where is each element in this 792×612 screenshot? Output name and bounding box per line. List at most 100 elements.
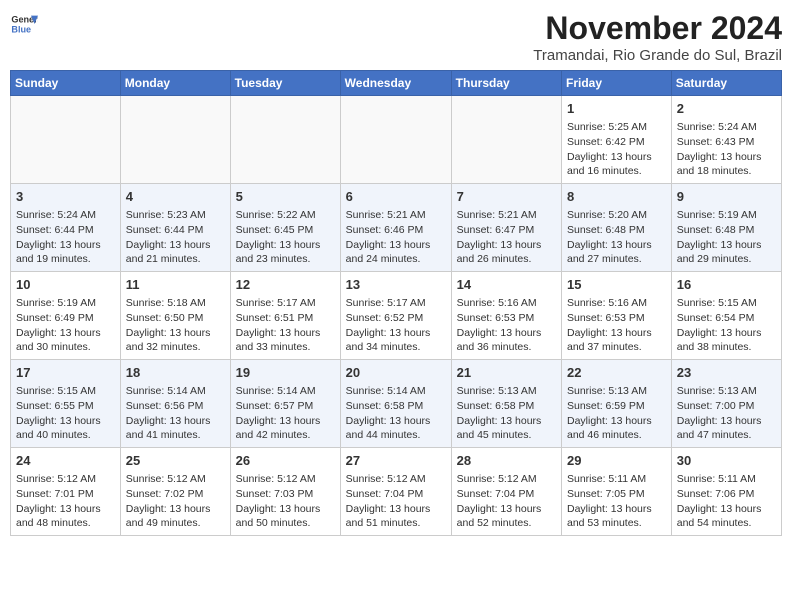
day-number: 16 — [677, 276, 776, 294]
calendar-cell: 3 Sunrise: 5:24 AM Sunset: 6:44 PM Daylig… — [11, 184, 121, 272]
day-info: Sunrise: 5:14 AM Sunset: 6:56 PM Dayligh… — [126, 384, 225, 443]
day-info: Sunrise: 5:16 AM Sunset: 6:53 PM Dayligh… — [567, 296, 666, 355]
calendar-cell: 5Sunrise: 5:22 AM Sunset: 6:45 PM Daylig… — [230, 184, 340, 272]
calendar-cell: 7 Sunrise: 5:21 AM Sunset: 6:47 PM Daylig… — [451, 184, 561, 272]
day-info: Sunrise: 5:24 AM Sunset: 6:43 PM Dayligh… — [677, 120, 776, 179]
calendar-cell: 16 Sunrise: 5:15 AM Sunset: 6:54 PM Dayli… — [671, 272, 781, 360]
day-number: 22 — [567, 364, 666, 382]
calendar-cell: 9 Sunrise: 5:19 AM Sunset: 6:48 PM Daylig… — [671, 184, 781, 272]
day-info: Sunrise: 5:19 AM Sunset: 6:48 PM Dayligh… — [677, 208, 776, 267]
day-info: Sunrise: 5:11 AM Sunset: 7:05 PM Dayligh… — [567, 472, 666, 531]
day-number: 3 — [16, 188, 115, 206]
calendar-cell: 18 Sunrise: 5:14 AM Sunset: 6:56 PM Dayli… — [120, 360, 230, 448]
day-info: Sunrise: 5:16 AM Sunset: 6:53 PM Dayligh… — [457, 296, 556, 355]
calendar-table: SundayMondayTuesdayWednesdayThursdayFrid… — [10, 70, 782, 536]
day-info: Sunrise: 5:21 AM Sunset: 6:47 PM Dayligh… — [457, 208, 556, 267]
day-header-wednesday: Wednesday — [340, 71, 451, 96]
day-number: 20 — [346, 364, 446, 382]
day-number: 11 — [126, 276, 225, 294]
calendar-week-row: 24 Sunrise: 5:12 AM Sunset: 7:01 PM Dayli… — [11, 448, 782, 536]
day-info: Sunrise: 5:14 AM Sunset: 6:58 PM Dayligh… — [346, 384, 446, 443]
calendar-cell: 22 Sunrise: 5:13 AM Sunset: 6:59 PM Dayli… — [562, 360, 672, 448]
calendar-cell — [340, 96, 451, 184]
calendar-cell: 11 Sunrise: 5:18 AM Sunset: 6:50 PM Dayli… — [120, 272, 230, 360]
calendar-cell: 10 Sunrise: 5:19 AM Sunset: 6:49 PM Dayli… — [11, 272, 121, 360]
calendar-cell: 8 Sunrise: 5:20 AM Sunset: 6:48 PM Daylig… — [562, 184, 672, 272]
calendar-header-row: SundayMondayTuesdayWednesdayThursdayFrid… — [11, 71, 782, 96]
day-info: Sunrise: 5:15 AM Sunset: 6:55 PM Dayligh… — [16, 384, 115, 443]
calendar-week-row: 10 Sunrise: 5:19 AM Sunset: 6:49 PM Dayli… — [11, 272, 782, 360]
calendar-cell: 12 Sunrise: 5:17 AM Sunset: 6:51 PM Dayli… — [230, 272, 340, 360]
day-info: Sunrise: 5:14 AM Sunset: 6:57 PM Dayligh… — [236, 384, 335, 443]
day-info: Sunrise: 5:19 AM Sunset: 6:49 PM Dayligh… — [16, 296, 115, 355]
day-number: 8 — [567, 188, 666, 206]
calendar-week-row: 17 Sunrise: 5:15 AM Sunset: 6:55 PM Dayli… — [11, 360, 782, 448]
calendar-cell: 29 Sunrise: 5:11 AM Sunset: 7:05 PM Dayli… — [562, 448, 672, 536]
calendar-cell — [11, 96, 121, 184]
day-number: 15 — [567, 276, 666, 294]
day-number: 18 — [126, 364, 225, 382]
day-number: 6 — [346, 188, 446, 206]
calendar-cell — [120, 96, 230, 184]
day-number: 9 — [677, 188, 776, 206]
day-info: Sunrise: 5:12 AM Sunset: 7:02 PM Dayligh… — [126, 472, 225, 531]
day-header-thursday: Thursday — [451, 71, 561, 96]
day-info: Sunrise: 5:24 AM Sunset: 6:44 PM Dayligh… — [16, 208, 115, 267]
calendar-cell: 19 Sunrise: 5:14 AM Sunset: 6:57 PM Dayli… — [230, 360, 340, 448]
title-area: November 2024 Tramandai, Rio Grande do S… — [533, 10, 782, 64]
day-number: 27 — [346, 452, 446, 470]
page-subtitle: Tramandai, Rio Grande do Sul, Brazil — [533, 47, 782, 64]
calendar-cell: 26Sunrise: 5:12 AM Sunset: 7:03 PM Dayli… — [230, 448, 340, 536]
calendar-cell: 17 Sunrise: 5:15 AM Sunset: 6:55 PM Dayli… — [11, 360, 121, 448]
day-info: Sunrise: 5:15 AM Sunset: 6:54 PM Dayligh… — [677, 296, 776, 355]
day-number: 7 — [457, 188, 556, 206]
day-number: 30 — [677, 452, 776, 470]
day-number: 19 — [236, 364, 335, 382]
day-info: Sunrise: 5:12 AM Sunset: 7:01 PM Dayligh… — [16, 472, 115, 531]
calendar-week-row: 3 Sunrise: 5:24 AM Sunset: 6:44 PM Daylig… — [11, 184, 782, 272]
day-info: Sunrise: 5:13 AM Sunset: 7:00 PM Dayligh… — [677, 384, 776, 443]
day-info: Sunrise: 5:21 AM Sunset: 6:46 PM Dayligh… — [346, 208, 446, 267]
day-number: 1 — [567, 100, 666, 118]
day-info: Sunrise: 5:20 AM Sunset: 6:48 PM Dayligh… — [567, 208, 666, 267]
day-info: Sunrise: 5:13 AM Sunset: 6:59 PM Dayligh… — [567, 384, 666, 443]
day-number: 4 — [126, 188, 225, 206]
day-number: 13 — [346, 276, 446, 294]
calendar-cell: 20 Sunrise: 5:14 AM Sunset: 6:58 PM Dayli… — [340, 360, 451, 448]
day-info: Sunrise: 5:17 AM Sunset: 6:52 PM Dayligh… — [346, 296, 446, 355]
day-number: 29 — [567, 452, 666, 470]
day-number: 10 — [16, 276, 115, 294]
calendar-cell: 30 Sunrise: 5:11 AM Sunset: 7:06 PM Dayli… — [671, 448, 781, 536]
day-info: Sunrise: 5:11 AM Sunset: 7:06 PM Dayligh… — [677, 472, 776, 531]
day-number: 17 — [16, 364, 115, 382]
day-number: 5 — [236, 188, 335, 206]
calendar-cell: 25Sunrise: 5:12 AM Sunset: 7:02 PM Dayli… — [120, 448, 230, 536]
day-header-saturday: Saturday — [671, 71, 781, 96]
calendar-cell: 23 Sunrise: 5:13 AM Sunset: 7:00 PM Dayli… — [671, 360, 781, 448]
page-title: November 2024 — [533, 10, 782, 47]
calendar-cell: 24 Sunrise: 5:12 AM Sunset: 7:01 PM Dayli… — [11, 448, 121, 536]
day-info: Sunrise: 5:23 AM Sunset: 6:44 PM Dayligh… — [126, 208, 225, 267]
svg-text:Blue: Blue — [11, 24, 31, 34]
day-number: 23 — [677, 364, 776, 382]
calendar-cell: 21Sunrise: 5:13 AM Sunset: 6:58 PM Dayli… — [451, 360, 561, 448]
header: General Blue November 2024 Tramandai, Ri… — [10, 10, 782, 64]
logo: General Blue — [10, 10, 38, 38]
day-number: 12 — [236, 276, 335, 294]
day-number: 28 — [457, 452, 556, 470]
calendar-cell: 14 Sunrise: 5:16 AM Sunset: 6:53 PM Dayli… — [451, 272, 561, 360]
day-number: 14 — [457, 276, 556, 294]
day-number: 26 — [236, 452, 335, 470]
calendar-week-row: 1 Sunrise: 5:25 AM Sunset: 6:42 PM Daylig… — [11, 96, 782, 184]
calendar-cell: 4 Sunrise: 5:23 AM Sunset: 6:44 PM Daylig… — [120, 184, 230, 272]
day-info: Sunrise: 5:18 AM Sunset: 6:50 PM Dayligh… — [126, 296, 225, 355]
day-info: Sunrise: 5:25 AM Sunset: 6:42 PM Dayligh… — [567, 120, 666, 179]
day-info: Sunrise: 5:12 AM Sunset: 7:04 PM Dayligh… — [457, 472, 556, 531]
calendar-cell: 13 Sunrise: 5:17 AM Sunset: 6:52 PM Dayli… — [340, 272, 451, 360]
day-info: Sunrise: 5:12 AM Sunset: 7:04 PM Dayligh… — [346, 472, 446, 531]
day-number: 2 — [677, 100, 776, 118]
day-number: 21 — [457, 364, 556, 382]
calendar-cell: 1 Sunrise: 5:25 AM Sunset: 6:42 PM Daylig… — [562, 96, 672, 184]
day-number: 24 — [16, 452, 115, 470]
day-info: Sunrise: 5:17 AM Sunset: 6:51 PM Dayligh… — [236, 296, 335, 355]
